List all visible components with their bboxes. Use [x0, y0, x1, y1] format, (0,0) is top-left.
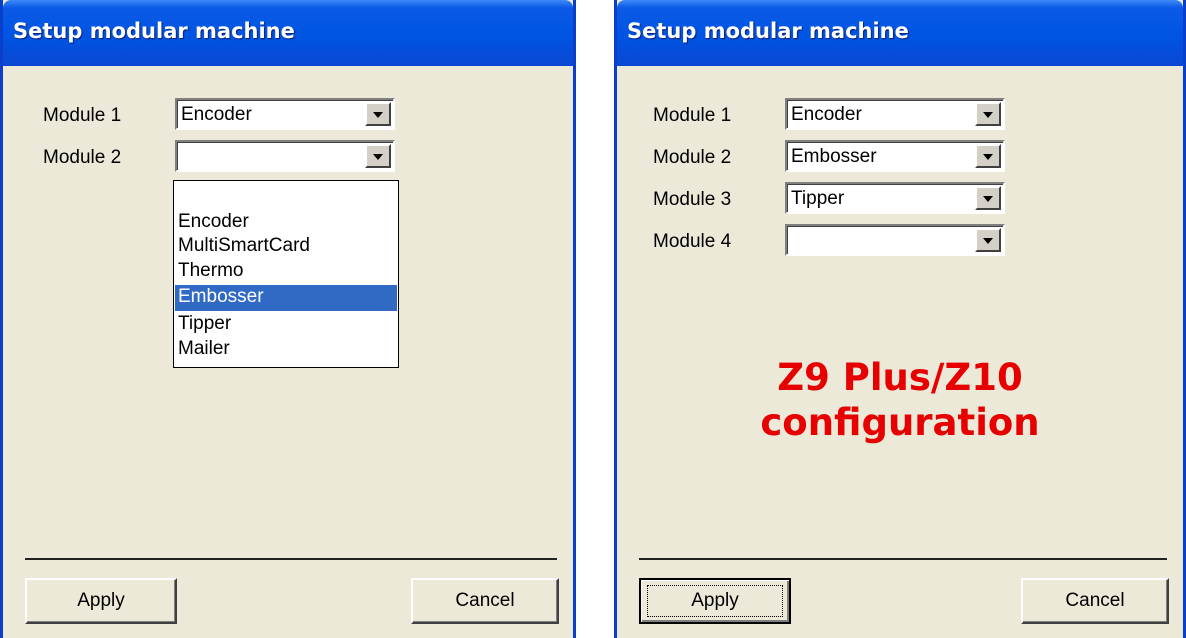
module-1-select[interactable]: Encoder: [785, 98, 1005, 130]
module-3-select[interactable]: Tipper: [785, 182, 1005, 214]
module-2-select[interactable]: [175, 140, 395, 172]
module-1-select[interactable]: Encoder: [175, 98, 395, 130]
setup-window-left: Setup modular machine Module 1 Encoder M…: [0, 0, 576, 638]
module-3-value: Tipper: [791, 188, 845, 209]
chevron-down-icon: [983, 238, 993, 244]
module-3-dropdown-button[interactable]: [975, 186, 1001, 210]
apply-button[interactable]: Apply: [639, 578, 791, 624]
chevron-down-icon: [373, 112, 383, 118]
module-2-dropdown-button[interactable]: [365, 144, 391, 168]
dropdown-option-empty[interactable]: [175, 184, 397, 210]
dropdown-option-embosser[interactable]: Embosser: [175, 285, 397, 311]
dropdown-option-thermo[interactable]: Thermo: [175, 259, 397, 285]
configuration-caption-line-1: Z9 Plus/Z10: [777, 356, 1023, 399]
module-2-dropdown-button[interactable]: [975, 144, 1001, 168]
cancel-button[interactable]: Cancel: [1021, 578, 1169, 624]
module-2-label: Module 2: [43, 147, 122, 168]
apply-button-label: Apply: [691, 590, 739, 611]
module-1-value: Encoder: [181, 104, 252, 125]
module-2-dropdown-list: Encoder MultiSmartCard Thermo Embosser T…: [173, 180, 399, 368]
chevron-down-icon: [983, 154, 993, 160]
setup-window-right: Setup modular machine Module 1 Encoder M…: [614, 0, 1186, 638]
dropdown-option-mailer[interactable]: Mailer: [175, 337, 397, 363]
separator: [639, 558, 1167, 560]
dropdown-option-multismartcard[interactable]: MultiSmartCard: [175, 234, 397, 260]
chevron-down-icon: [983, 196, 993, 202]
chevron-down-icon: [373, 154, 383, 160]
window-title: Setup modular machine: [13, 19, 295, 43]
chevron-down-icon: [983, 112, 993, 118]
cancel-button[interactable]: Cancel: [411, 578, 559, 624]
module-2-value: Embosser: [791, 146, 877, 167]
module-1-value: Encoder: [791, 104, 862, 125]
window-title: Setup modular machine: [627, 19, 909, 43]
module-3-label: Module 3: [653, 189, 732, 210]
title-bar[interactable]: Setup modular machine: [617, 0, 1183, 66]
separator: [25, 558, 557, 560]
dropdown-option-tipper[interactable]: Tipper: [175, 312, 397, 338]
module-1-dropdown-button[interactable]: [975, 102, 1001, 126]
apply-button[interactable]: Apply: [25, 578, 177, 624]
module-2-select[interactable]: Embosser: [785, 140, 1005, 172]
module-4-label: Module 4: [653, 231, 732, 252]
module-1-label: Module 1: [43, 105, 122, 126]
module-4-dropdown-button[interactable]: [975, 228, 1001, 252]
title-bar[interactable]: Setup modular machine: [3, 0, 573, 66]
configuration-caption-line-2: configuration: [760, 401, 1040, 444]
module-4-select[interactable]: [785, 224, 1005, 256]
dropdown-option-encoder[interactable]: Encoder: [175, 210, 397, 236]
module-1-label: Module 1: [653, 105, 732, 126]
module-1-dropdown-button[interactable]: [365, 102, 391, 126]
module-2-label: Module 2: [653, 147, 732, 168]
